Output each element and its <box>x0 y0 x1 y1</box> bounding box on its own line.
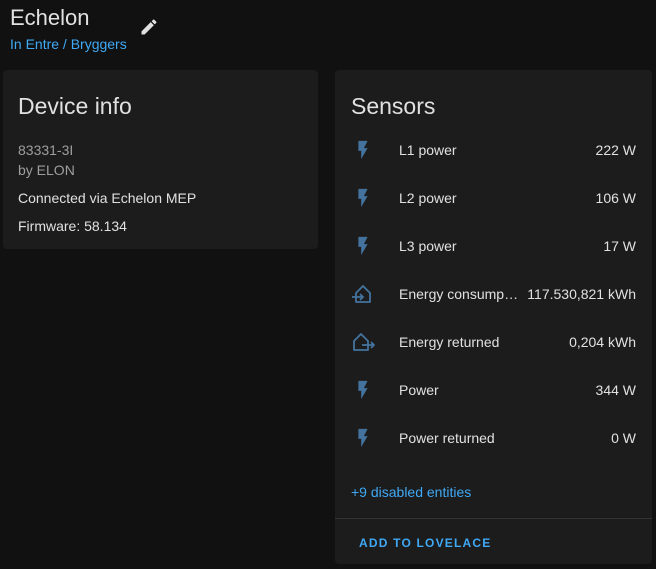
sensor-value: 117.530,821 kWh <box>527 286 636 302</box>
add-to-lovelace-button[interactable]: ADD TO LOVELACE <box>359 536 491 550</box>
sensor-name: Power returned <box>399 430 495 446</box>
home-export-icon <box>351 330 375 354</box>
sensors-card: Sensors L1 power 222 W L2 power 106 W L3… <box>335 70 652 564</box>
device-connection: Connected via Echelon MEP <box>18 190 197 206</box>
flash-icon <box>351 378 375 402</box>
device-firmware: Firmware: 58.134 <box>18 218 127 234</box>
sensor-name: Energy consumption <box>399 286 521 302</box>
pencil-icon <box>141 19 157 35</box>
sensors-title: Sensors <box>351 93 436 119</box>
device-info-card: Device info 83331-3I by ELON Connected v… <box>3 70 318 249</box>
sensor-row-energy-returned[interactable]: Energy returned 0,204 kWh <box>335 318 652 366</box>
sensor-value: 0,204 kWh <box>569 334 636 350</box>
device-page: Echelon In Entre / Bryggers Device info … <box>0 0 656 569</box>
sensor-name: L1 power <box>399 142 457 158</box>
sensor-name: Energy returned <box>399 334 500 350</box>
sensor-row-l2-power[interactable]: L2 power 106 W <box>335 174 652 222</box>
device-model: 83331-3I <box>18 142 74 158</box>
sensor-value: 344 W <box>595 382 636 398</box>
sensor-value: 17 W <box>603 238 636 254</box>
sensor-value: 106 W <box>595 190 636 206</box>
edit-button[interactable] <box>137 15 161 39</box>
sensor-list: L1 power 222 W L2 power 106 W L3 power 1… <box>335 126 652 462</box>
sensor-value: 0 W <box>611 430 636 446</box>
sensor-row-l3-power[interactable]: L3 power 17 W <box>335 222 652 270</box>
flash-icon <box>351 186 375 210</box>
flash-icon <box>351 234 375 258</box>
page-header: Echelon In Entre / Bryggers <box>10 4 127 52</box>
breadcrumb[interactable]: In Entre / Bryggers <box>10 36 127 52</box>
sensor-value: 222 W <box>595 142 636 158</box>
sensor-row-power[interactable]: Power 344 W <box>335 366 652 414</box>
sensor-name: L3 power <box>399 238 457 254</box>
sensor-name: Power <box>399 382 439 398</box>
card-divider <box>335 518 652 519</box>
page-title: Echelon <box>10 5 90 30</box>
device-manufacturer: by ELON <box>18 162 75 178</box>
sensor-row-l1-power[interactable]: L1 power 222 W <box>335 126 652 174</box>
home-import-icon <box>351 282 375 306</box>
disabled-entities-link[interactable]: +9 disabled entities <box>351 484 471 500</box>
device-info-title: Device info <box>18 93 132 119</box>
flash-icon <box>351 426 375 450</box>
sensor-row-power-returned[interactable]: Power returned 0 W <box>335 414 652 462</box>
flash-icon <box>351 138 375 162</box>
sensor-row-energy-consumption[interactable]: Energy consumption 117.530,821 kWh <box>335 270 652 318</box>
sensor-name: L2 power <box>399 190 457 206</box>
